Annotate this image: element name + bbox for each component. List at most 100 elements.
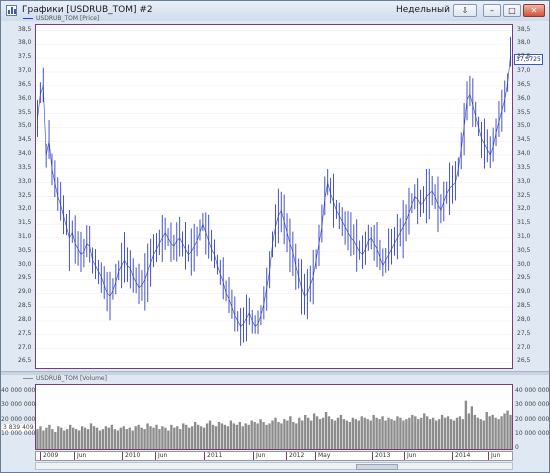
price-tick-left: 26,5 [18,357,32,365]
price-tick-right: 34,5 [517,136,531,144]
price-tick-right: 27,5 [517,329,531,337]
volume-bar [440,414,444,449]
price-tick-right: 30,5 [517,246,531,254]
price-line-segment [507,55,511,84]
volume-bar [45,427,48,449]
time-axis-label: 2014 [452,452,470,460]
volume-bar [286,420,289,449]
volume-legend: USDRUB_TOM [Volume] [23,375,107,382]
volume-bar [307,417,310,449]
volume-bar [345,420,349,449]
volume-bar [301,420,304,449]
price-tick-left: 33,5 [18,163,32,171]
time-axis-label: 2011 [204,452,222,460]
volume-bar [80,426,84,449]
scrollbar-thumb[interactable] [356,464,398,470]
volume-bar [74,429,78,449]
volume-bar [393,420,396,449]
volume-bar [185,424,188,449]
price-tick-right: 29,5 [517,274,531,282]
volume-bar [354,419,357,449]
volume-bar [253,421,256,449]
volume-bar [414,416,417,449]
volume-bar [158,429,161,449]
volume-bar [298,417,301,449]
volume-bar [318,419,322,449]
volume-bar [452,420,456,449]
minimize-button[interactable]: – [483,4,501,17]
volume-bar [366,419,369,449]
volume-bar [83,427,87,449]
legend-line-icon [23,18,33,19]
volume-bar [208,420,212,449]
time-axis-label: Jun [404,452,416,460]
price-tick-right: 33,5 [517,163,531,171]
time-axis: 2009 Jun 2010 Jun 2011 Jun 2012 May 2013 Jun 2014 J… [35,451,513,461]
time-axis-label: May [315,452,330,460]
volume-tick-left: 10 000 000 [1,429,36,437]
volume-bar [271,420,274,449]
dropdown-button[interactable]: ⇩ [453,4,477,17]
volume-bar [494,417,497,449]
volume-bar [408,417,411,449]
price-tick-left: 28,5 [18,302,32,310]
price-tick-right: 36,0 [517,94,531,102]
volume-bar [72,427,75,449]
time-axis-label: Jun [488,452,500,460]
volume-bar [173,427,176,449]
volume-bar [330,419,334,449]
time-axis-label: 2013 [372,452,390,460]
volume-bar [131,430,134,449]
price-tick-left: 35,0 [18,122,32,130]
volume-bar [193,421,197,449]
volume-tick-right: 20 000 000 [515,415,550,423]
volume-tick-left: 40 000 000 [1,387,36,395]
price-tick-right: 37,5 [517,53,531,61]
volume-bar [437,419,441,449]
horizontal-scrollbar[interactable] [35,462,513,470]
volume-tick-left: 30 000 000 [1,401,36,409]
period-selector[interactable]: Недельный [396,5,450,15]
volume-tick-right: 10 000 000 [515,429,550,437]
volume-bar [42,430,45,449]
volume-bar [295,423,298,449]
volume-bar [86,429,90,449]
time-axis-label: 2010 [122,452,140,460]
volume-bar [387,417,390,449]
volume-bar [458,416,462,449]
price-tick-left: 38,0 [18,39,32,47]
volume-plot-area[interactable] [35,384,513,450]
time-axis-label: 2009 [40,452,58,460]
price-tick-left: 35,5 [18,108,32,116]
volume-bar [277,421,280,449]
volume-bar [110,424,114,449]
close-button[interactable]: ✕ [523,4,545,17]
price-tick-left: 30,5 [18,246,32,254]
volume-bar [199,426,203,449]
volume-bar [384,420,387,449]
volume-bar [232,423,236,449]
price-tick-right: 31,5 [517,219,531,227]
volume-bar [92,426,96,449]
maximize-button[interactable]: □ [503,4,521,17]
volume-bar [375,417,378,449]
volume-bar [342,419,346,449]
volume-bar [205,423,209,449]
volume-bar [211,424,215,449]
volume-bar [259,419,262,449]
volume-bar [417,419,420,449]
volume-legend-label: USDRUB_TOM [Volume] [36,375,107,382]
volume-bar [357,420,360,449]
volume-bar [188,427,191,449]
volume-bar [455,417,459,449]
volume-bar [280,423,283,449]
price-tick-right: 34,0 [517,150,531,157]
price-tick-right: 31,0 [517,232,531,240]
volume-bar [128,427,131,449]
volume-bar [500,416,503,449]
volume-bar [443,417,447,449]
volume-bar [283,419,286,449]
price-plot-area[interactable] [35,24,513,369]
volume-bar [506,410,509,449]
volume-bar [238,421,241,449]
